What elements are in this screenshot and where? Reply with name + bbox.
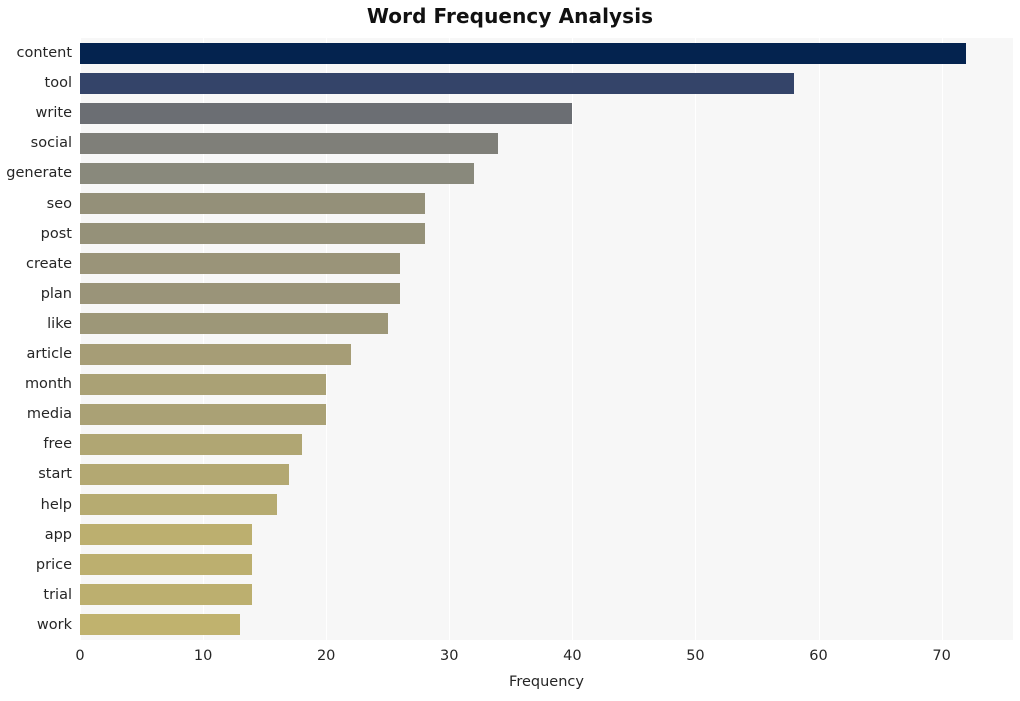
y-tick-label-social: social [30,135,72,152]
bar-row[interactable] [80,584,1013,606]
gridline-x-0 [80,38,81,640]
bar-content[interactable] [80,42,967,64]
x-tick-label-30: 30 [440,648,459,664]
gridline-x-50 [695,38,697,640]
y-tick-label-month: month [24,376,72,393]
gridline-x-40 [572,38,574,640]
y-tick-label-trial: trial [43,586,72,603]
bar-row[interactable] [80,72,1013,94]
bar-month[interactable] [80,373,327,395]
bar-free[interactable] [80,433,302,455]
y-tick-label-free: free [43,436,72,453]
x-tick-label-70: 70 [932,648,951,664]
x-tick-label-20: 20 [316,648,336,664]
x-tick-label-40: 40 [563,648,582,664]
bar-row[interactable] [80,343,1013,365]
bar-work[interactable] [80,614,240,636]
y-tick-label-app: app [44,526,72,543]
bar-article[interactable] [80,343,351,365]
y-tick-label-media: media [26,406,72,423]
bar-row[interactable] [80,463,1013,485]
bar-row[interactable] [80,253,1013,275]
y-tick-label-write: write [35,105,72,122]
bar-row[interactable] [80,193,1013,215]
bar-row[interactable] [80,42,1013,64]
bar-start[interactable] [80,463,290,485]
y-tick-label-generate: generate [6,165,72,182]
bar-row[interactable] [80,223,1013,245]
bar-like[interactable] [80,313,388,335]
bar-media[interactable] [80,403,327,425]
y-tick-label-plan: plan [40,285,72,302]
y-tick-label-article: article [26,346,72,363]
x-tick-label-50: 50 [686,648,705,664]
bar-social[interactable] [80,132,499,154]
y-tick-label-work: work [36,616,72,633]
bar-row[interactable] [80,373,1013,395]
y-tick-label-start: start [38,466,72,483]
bar-seo[interactable] [80,193,425,215]
bar-row[interactable] [80,524,1013,546]
gridline-x-20 [326,38,328,640]
bar-row[interactable] [80,494,1013,516]
chart-title: Word Frequency Analysis [366,4,654,28]
bar-row[interactable] [80,102,1013,124]
y-tick-label-create: create [25,255,72,272]
bar-write[interactable] [80,102,573,124]
bar-row[interactable] [80,403,1013,425]
gridline-x-70 [941,38,943,640]
bar-row[interactable] [80,132,1013,154]
gridline-x-60 [818,38,820,640]
y-tick-label-help: help [40,496,72,513]
x-tick-label-0: 0 [75,648,85,664]
bar-tool[interactable] [80,72,794,94]
gridline-x-30 [449,38,451,640]
bar-row[interactable] [80,313,1013,335]
bar-row[interactable] [80,614,1013,636]
y-tick-label-post: post [40,225,72,242]
bar-row[interactable] [80,433,1013,455]
x-tick-label-10: 10 [193,648,213,664]
word-frequency-chart-figure: Word Frequency Analysis content tool write… [0,0,1020,701]
x-tick-label-60: 60 [809,648,828,664]
bar-plan[interactable] [80,283,401,305]
y-tick-label-like: like [47,315,72,332]
plot-area [80,38,1013,640]
bar-create[interactable] [80,253,401,275]
y-tick-label-seo: seo [46,195,72,212]
bar-price[interactable] [80,554,253,576]
bar-row[interactable] [80,554,1013,576]
y-tick-label-tool: tool [44,75,72,92]
bar-row[interactable] [80,283,1013,305]
bar-app[interactable] [80,524,253,546]
bar-generate[interactable] [80,162,474,184]
y-axis-tick-labels: content tool write social generate seo post cre… [0,38,72,640]
bar-row[interactable] [80,162,1013,184]
x-axis-title: Frequency [509,674,584,690]
y-tick-label-content: content [16,45,72,62]
gridline-x-10 [203,38,205,640]
y-tick-label-price: price [35,556,72,573]
x-axis-tick-labels: 0 10 20 30 40 50 60 70 [0,648,1020,670]
bar-post[interactable] [80,223,425,245]
bar-help[interactable] [80,494,277,516]
bar-trial[interactable] [80,584,253,606]
